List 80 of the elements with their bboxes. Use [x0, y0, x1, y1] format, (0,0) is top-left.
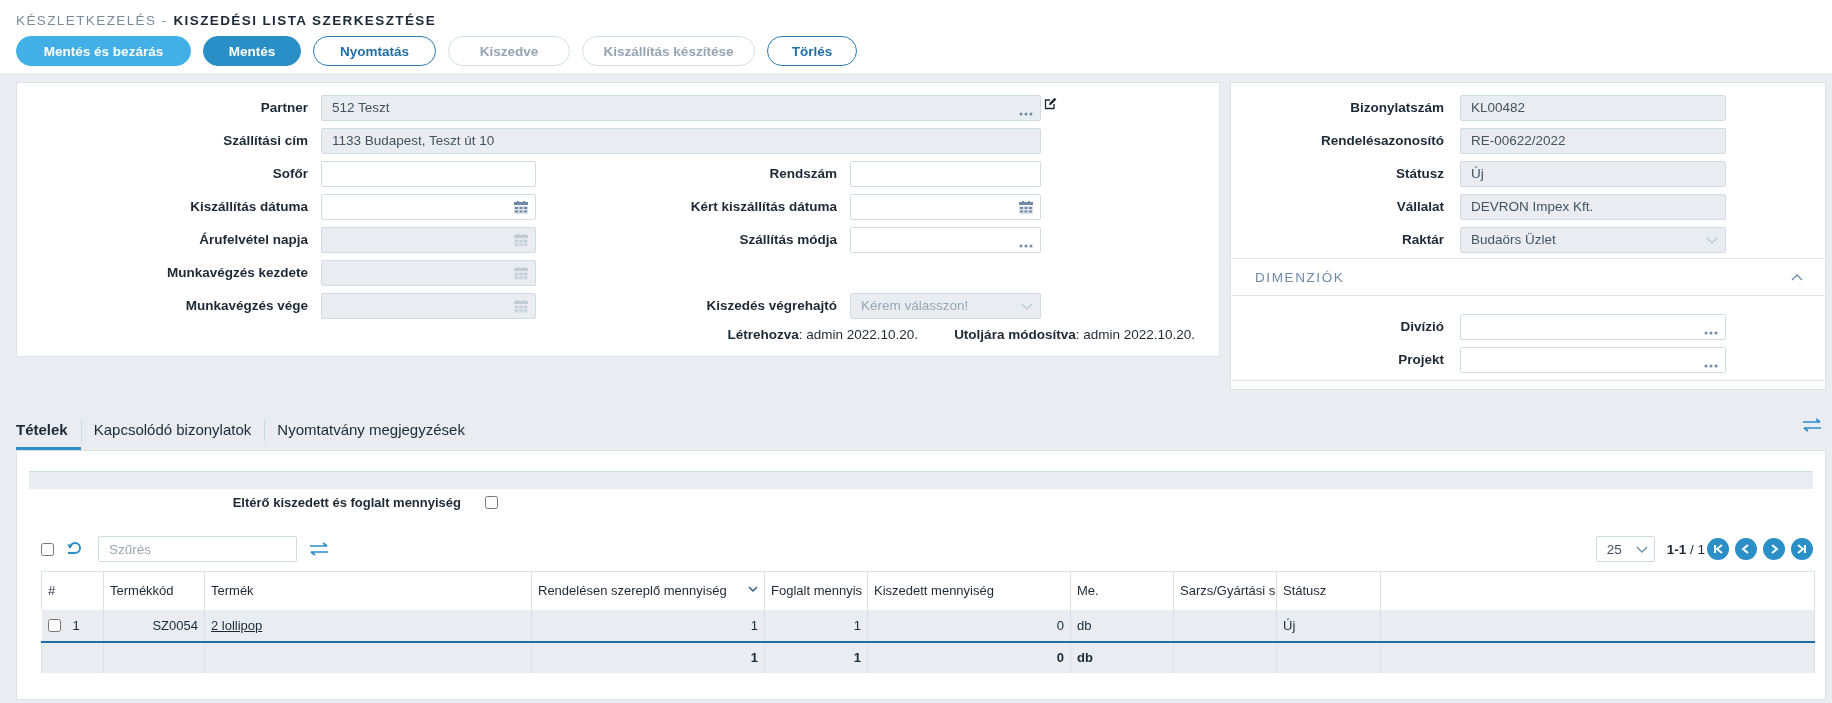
input-field[interactable] — [321, 160, 536, 187]
previous-page-button[interactable] — [1735, 538, 1757, 560]
field-label: Kiszállítás dátuma — [189, 199, 308, 214]
column-header[interactable]: Termékkód — [110, 583, 174, 599]
field-label: Munkavégzés vége — [184, 298, 308, 313]
field-label: Kért kiszállítás dátuma — [689, 199, 837, 214]
column-header[interactable]: Státusz — [1283, 583, 1327, 599]
column-header[interactable]: Me. — [1077, 583, 1099, 599]
column-header[interactable]: Sarzs/Gyártási s — [1180, 583, 1276, 599]
audit-text: Létrehozva: admin 2022.10.20. — [727, 327, 919, 342]
total-cell: 1 — [853, 650, 861, 665]
table-cell: SZ0054 — [152, 617, 198, 633]
ellipsis-icon[interactable] — [1019, 111, 1033, 116]
ellipsis-icon[interactable] — [1019, 243, 1033, 248]
field-label: Rendszám — [768, 166, 837, 181]
column-header[interactable]: Termék — [211, 583, 254, 599]
table-cell: Új — [1283, 617, 1296, 633]
input-field[interactable] — [1460, 346, 1726, 373]
table-cell: 0 — [1056, 617, 1064, 633]
table-cell: 1 — [750, 617, 758, 633]
page-info: 1-1 / 1 — [1666, 541, 1705, 557]
toolbar-button[interactable]: Mentés — [203, 36, 301, 66]
column-header[interactable]: Rendelésen szereplő mennyiség — [538, 583, 727, 599]
select-all-checkbox[interactable] — [41, 542, 54, 556]
field-label: Árufelvétel napja — [198, 232, 308, 247]
next-page-button[interactable] — [1763, 538, 1785, 560]
chevron-up-icon[interactable] — [1791, 273, 1803, 281]
field-label: Vállalat — [1395, 199, 1444, 214]
search-field[interactable]: Szűrés — [98, 536, 297, 562]
date-field[interactable] — [850, 193, 1041, 220]
date-field[interactable] — [321, 193, 536, 220]
toolbar-button[interactable]: Törlés — [767, 36, 857, 66]
page-size-dropdown[interactable]: 25 — [1595, 536, 1655, 562]
table-cell: db — [1077, 617, 1092, 633]
audit-text: Utoljára módosítva: admin 2022.10.20. — [954, 327, 1195, 342]
input-field[interactable] — [1460, 313, 1726, 340]
toolbar-button[interactable]: Nyomtatás — [313, 36, 436, 66]
last-page-button[interactable] — [1791, 538, 1813, 560]
column-header[interactable]: Foglalt mennyis — [771, 583, 863, 599]
calendar-icon[interactable] — [1019, 200, 1033, 214]
section-title[interactable]: DIMENZIÓK — [1255, 269, 1345, 285]
table-cell: 1 — [72, 617, 80, 633]
chevron-down-icon[interactable] — [1635, 545, 1648, 553]
column-header[interactable]: Kiszedett mennyiség — [874, 583, 994, 599]
field-label: Státusz — [1395, 166, 1444, 181]
checkbox-label: Eltérő kiszedett és foglalt mennyiség — [231, 494, 461, 510]
field-label: Munkavégzés kezdete — [165, 265, 308, 280]
table-cell: 1 — [853, 617, 861, 633]
field-label: Projekt — [1397, 352, 1444, 367]
ellipsis-icon[interactable] — [1704, 363, 1718, 368]
sort-chevron-icon[interactable] — [748, 586, 758, 592]
calendar-icon[interactable] — [514, 200, 528, 214]
edit-icon[interactable] — [1044, 97, 1057, 110]
ellipsis-icon[interactable] — [1704, 330, 1718, 335]
checkbox[interactable] — [485, 495, 498, 509]
field-label: Divízió — [1399, 319, 1444, 334]
first-page-button[interactable] — [1707, 538, 1729, 560]
column-header[interactable]: # — [48, 583, 56, 599]
field-label: Partner — [259, 100, 308, 115]
field-label: Szállítás módja — [738, 232, 837, 247]
input-field[interactable] — [850, 160, 1041, 187]
input-field[interactable] — [850, 226, 1041, 253]
total-cell: 0 — [1056, 650, 1064, 665]
breadcrumb[interactable]: KÉSZLETKEZELÉS - — [16, 12, 168, 28]
field-label: Raktár — [1400, 232, 1444, 247]
page-title: KISZEDÉSI LISTA SZERKESZTÉSE — [173, 12, 437, 28]
field-label: Rendelésazonosító — [1319, 133, 1444, 148]
product-link[interactable]: 2 lollipop — [211, 617, 263, 633]
refresh-icon[interactable] — [66, 541, 84, 557]
swap-arrows-icon[interactable] — [309, 542, 329, 556]
field-label: Kiszedés végrehajtó — [705, 298, 837, 313]
tab[interactable]: Nyomtatvány megjegyzések — [264, 421, 478, 450]
field-label: Bizonylatszám — [1349, 100, 1444, 115]
total-cell: 1 — [750, 650, 758, 665]
swap-arrows-icon[interactable] — [1802, 418, 1822, 432]
tab[interactable]: Kapcsolódó bizonylatok — [80, 421, 265, 450]
field-label: Sofőr — [271, 166, 308, 181]
field-label: Szállítási cím — [222, 133, 308, 148]
row-checkbox[interactable] — [47, 618, 61, 632]
total-cell: db — [1077, 650, 1093, 665]
